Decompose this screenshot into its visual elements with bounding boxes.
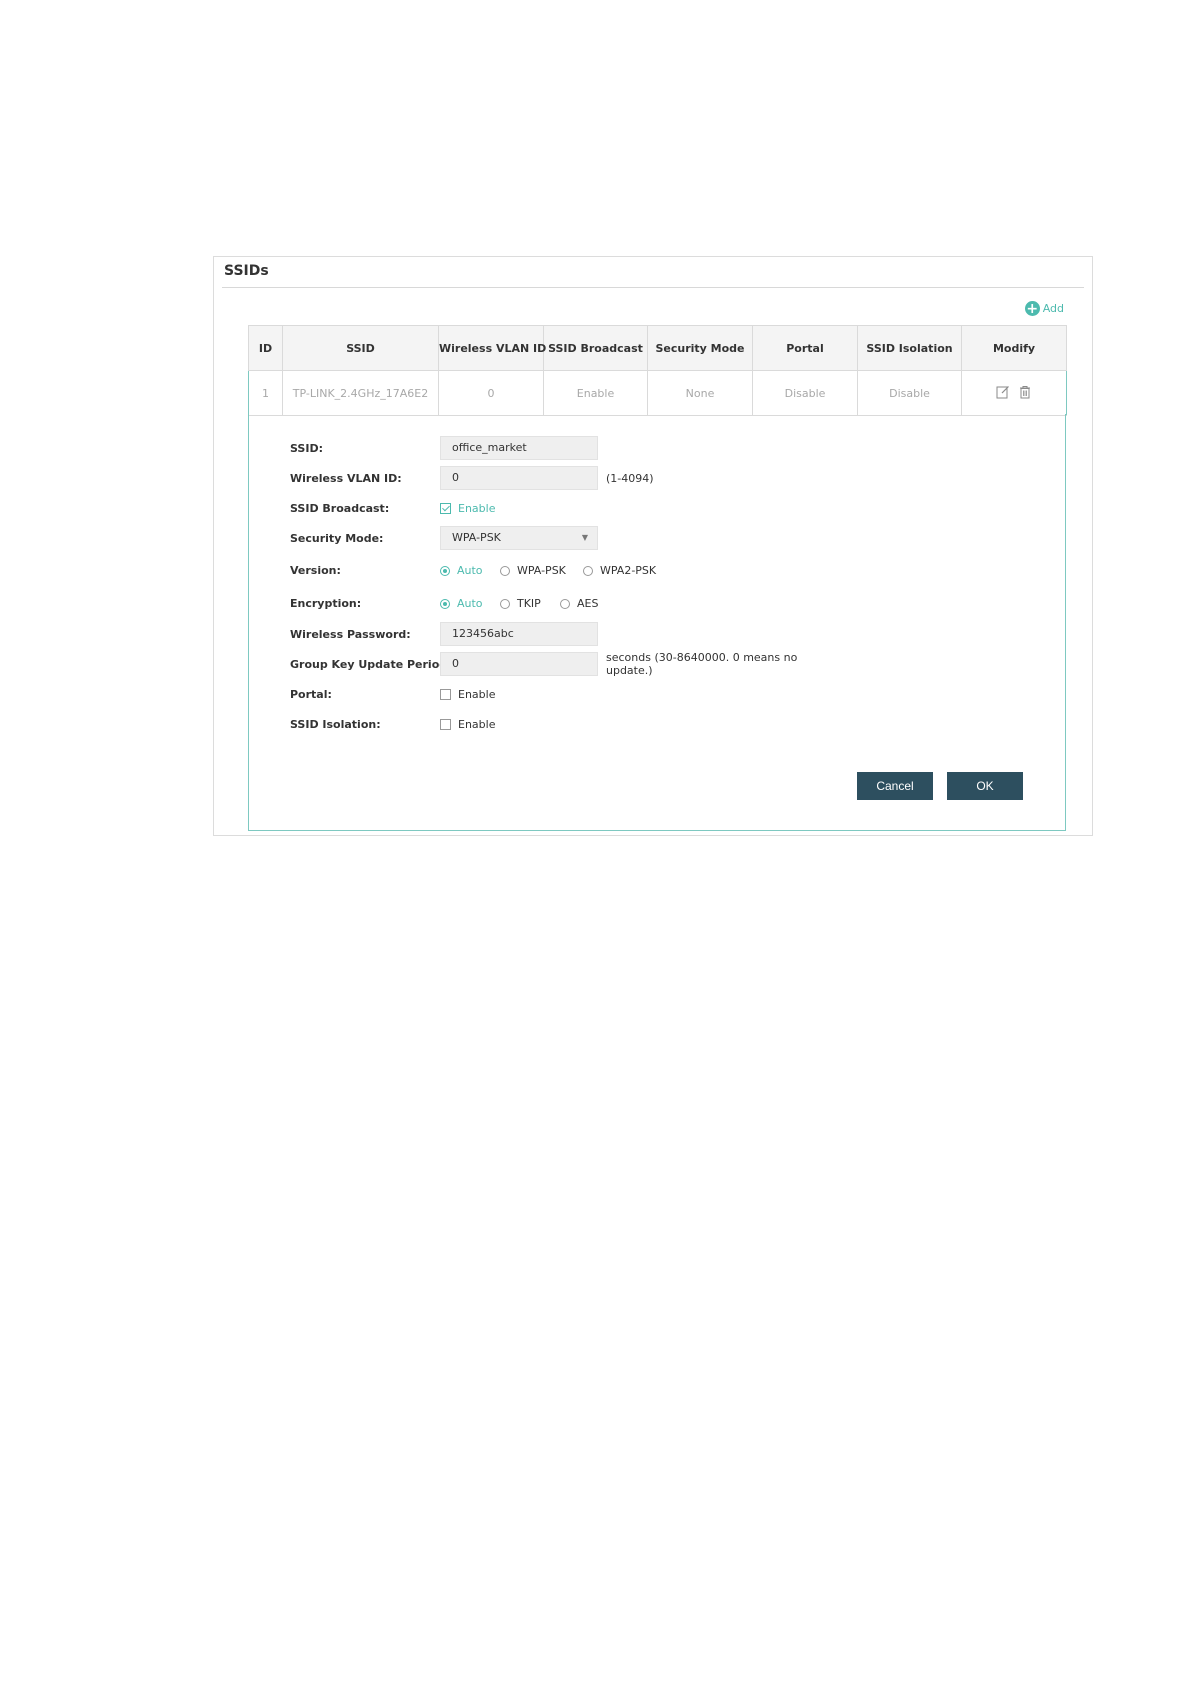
version-radio-wpa2[interactable]: WPA2-PSK	[583, 564, 656, 577]
title-divider	[222, 287, 1084, 288]
password-label: Wireless Password:	[290, 628, 411, 641]
chevron-down-icon: ▼	[581, 533, 588, 542]
add-label: Add	[1042, 302, 1064, 315]
radio-selected-icon	[440, 598, 450, 609]
vlan-hint: (1-4094)	[606, 472, 654, 485]
checkbox-checked-icon	[440, 503, 451, 514]
broadcast-option-label: Enable	[458, 502, 496, 515]
security-mode-select[interactable]: WPA-PSK ▼	[440, 526, 598, 550]
table-header-row: ID SSID Wireless VLAN ID SSID Broadcast …	[248, 325, 1067, 371]
radio-icon	[500, 598, 510, 609]
security-mode-value: WPA-PSK	[452, 531, 501, 544]
header-isolation: SSID Isolation	[857, 325, 962, 371]
ssid-table: ID SSID Wireless VLAN ID SSID Broadcast …	[248, 325, 1067, 416]
cell-modify	[961, 370, 1067, 416]
header-vlan: Wireless VLAN ID	[438, 325, 546, 371]
encryption-label: Encryption:	[290, 597, 362, 610]
cell-id: 1	[248, 370, 283, 416]
portal-checkbox[interactable]: Enable	[440, 688, 495, 701]
table-row[interactable]: 1 TP-LINK_2.4GHz_17A6E2 0 Enable None Di…	[248, 370, 1067, 416]
cancel-button[interactable]: Cancel	[857, 772, 933, 800]
header-ssid: SSID	[282, 325, 439, 371]
isolation-label: SSID Isolation:	[290, 718, 381, 731]
encryption-radio-aes[interactable]: AES	[560, 597, 598, 610]
ssid-input[interactable]: office_market	[440, 436, 598, 460]
radio-selected-icon	[440, 565, 450, 576]
cell-portal: Disable	[752, 370, 858, 416]
cell-ssid: TP-LINK_2.4GHz_17A6E2	[282, 370, 439, 416]
password-input[interactable]: 123456abc	[440, 622, 598, 646]
ok-button[interactable]: OK	[947, 772, 1023, 800]
broadcast-label: SSID Broadcast:	[290, 502, 390, 515]
group-key-label: Group Key Update Period:	[290, 658, 452, 671]
encryption-option-label: AES	[577, 597, 599, 610]
security-label: Security Mode:	[290, 532, 384, 545]
ssid-edit-form: SSID: office_market Wireless VLAN ID: 0 …	[248, 414, 1066, 831]
checkbox-icon	[440, 719, 451, 730]
version-option-label: Auto	[457, 564, 483, 577]
header-portal: Portal	[752, 325, 858, 371]
broadcast-checkbox[interactable]: Enable	[440, 502, 495, 515]
vlan-label: Wireless VLAN ID:	[290, 472, 402, 485]
plus-circle-icon: +	[1024, 300, 1040, 317]
portal-label: Portal:	[290, 688, 332, 701]
encryption-radio-tkip[interactable]: TKIP	[500, 597, 541, 610]
isolation-option-label: Enable	[458, 718, 496, 731]
cell-vlan: 0	[438, 370, 544, 416]
header-broadcast: SSID Broadcast	[543, 325, 648, 371]
add-ssid-button[interactable]: + Add	[1024, 300, 1064, 317]
version-radio-wpa[interactable]: WPA-PSK	[500, 564, 566, 577]
edit-icon[interactable]	[996, 385, 1010, 399]
cell-broadcast: Enable	[543, 370, 648, 416]
header-id: ID	[248, 325, 283, 371]
radio-icon	[500, 565, 510, 576]
vlan-input[interactable]: 0	[440, 466, 598, 490]
ssids-panel: SSIDs + Add ID SSID Wireless VLAN ID SSI…	[213, 256, 1093, 836]
radio-icon	[583, 565, 593, 576]
panel-title: SSIDs	[224, 263, 269, 279]
version-radio-auto[interactable]: Auto	[440, 564, 483, 577]
version-label: Version:	[290, 564, 341, 577]
portal-option-label: Enable	[458, 688, 496, 701]
cell-isolation: Disable	[857, 370, 962, 416]
group-key-hint-line: seconds (30-8640000. 0 means no	[606, 651, 798, 664]
encryption-option-label: Auto	[457, 597, 483, 610]
encryption-option-label: TKIP	[517, 597, 541, 610]
header-security: Security Mode	[647, 325, 753, 371]
encryption-radio-auto[interactable]: Auto	[440, 597, 483, 610]
cell-security: None	[647, 370, 753, 416]
ssid-label: SSID:	[290, 442, 323, 455]
group-key-hint-line: update.)	[606, 664, 653, 677]
group-key-input[interactable]: 0	[440, 652, 598, 676]
checkbox-icon	[440, 689, 451, 700]
version-option-label: WPA-PSK	[517, 564, 566, 577]
header-modify: Modify	[961, 325, 1067, 371]
radio-icon	[560, 598, 570, 609]
trash-icon[interactable]	[1018, 385, 1032, 399]
version-option-label: WPA2-PSK	[600, 564, 657, 577]
group-key-hint: seconds (30-8640000. 0 means no update.)	[606, 651, 797, 677]
isolation-checkbox[interactable]: Enable	[440, 718, 495, 731]
